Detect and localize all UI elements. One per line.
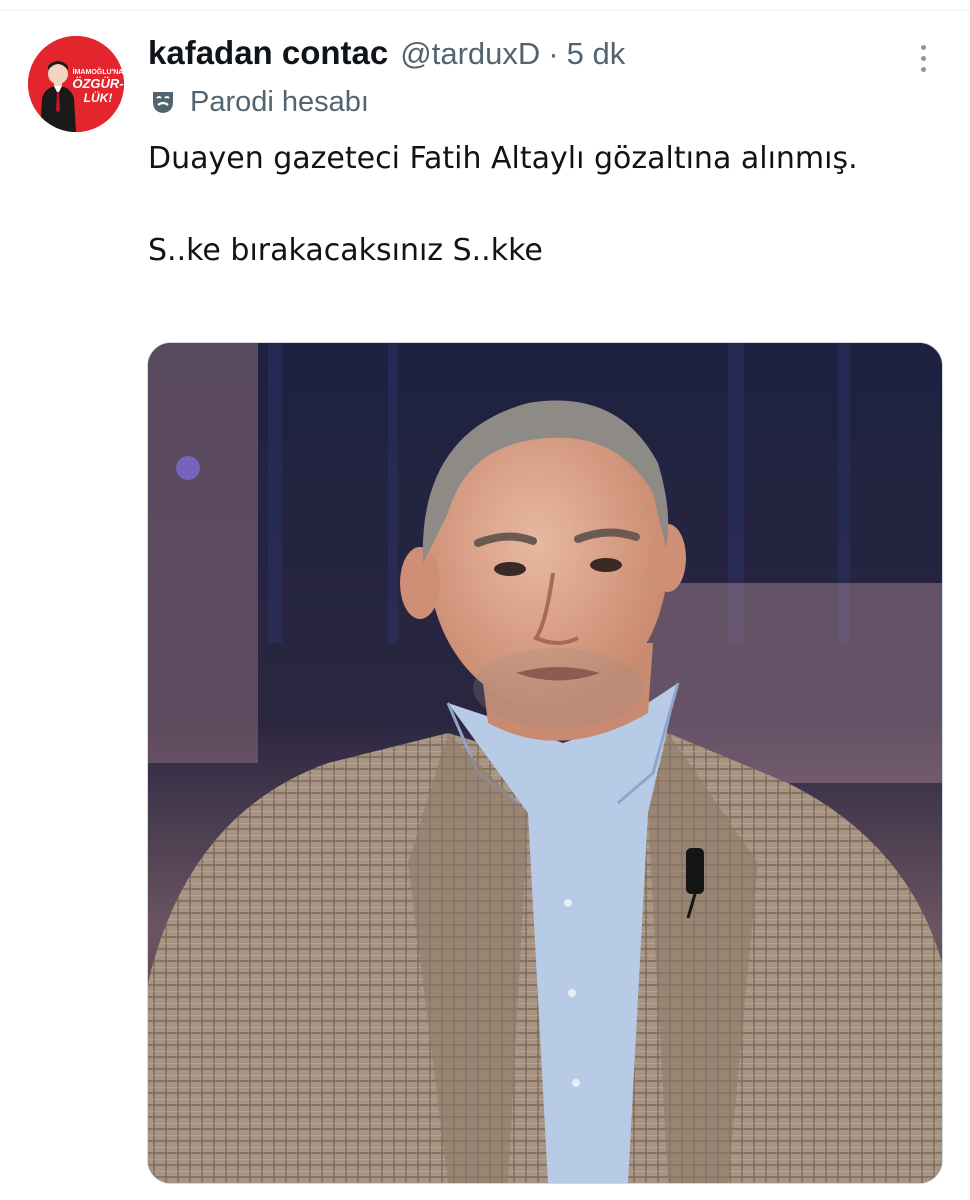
timestamp[interactable]: 5 dk — [567, 36, 626, 72]
tweet-text-line-2: S..ke bırakacaksınız S..kke — [148, 233, 543, 268]
parody-label: Parodi hesabı — [190, 85, 369, 118]
avatar-text-bot: LÜK! — [84, 90, 113, 105]
tweet-media-photo[interactable] — [147, 342, 943, 1184]
parody-label-row: Parodi hesabı — [150, 82, 369, 122]
more-dots-icon — [920, 66, 926, 72]
top-divider — [0, 10, 970, 11]
avatar-image: İMAMOĞLU'NA ÖZGÜR- LÜK! — [28, 36, 124, 132]
theater-mask-icon — [153, 92, 173, 113]
tweet-header: kafadan contac @tarduxD · 5 dk — [148, 34, 625, 78]
more-options-button[interactable] — [906, 38, 940, 78]
more-dots-icon — [920, 55, 926, 61]
photo-man-in-blazer — [148, 343, 942, 1183]
more-dots-icon — [920, 44, 926, 50]
tweet-text: Duayen gazeteci Fatih Altaylı gözaltına … — [148, 136, 928, 274]
avatar[interactable]: İMAMOĞLU'NA ÖZGÜR- LÜK! — [28, 36, 124, 132]
user-handle[interactable]: @tarduxD — [400, 36, 540, 72]
separator-dot: · — [548, 36, 559, 71]
display-name[interactable]: kafadan contac — [148, 34, 388, 72]
avatar-text-top: İMAMOĞLU'NA — [73, 67, 124, 76]
tweet-text-line-1: Duayen gazeteci Fatih Altaylı gözaltına … — [148, 141, 858, 176]
tweet[interactable]: İMAMOĞLU'NA ÖZGÜR- LÜK! kafadan contac @… — [0, 12, 970, 1200]
avatar-text-mid: ÖZGÜR- — [72, 76, 123, 91]
